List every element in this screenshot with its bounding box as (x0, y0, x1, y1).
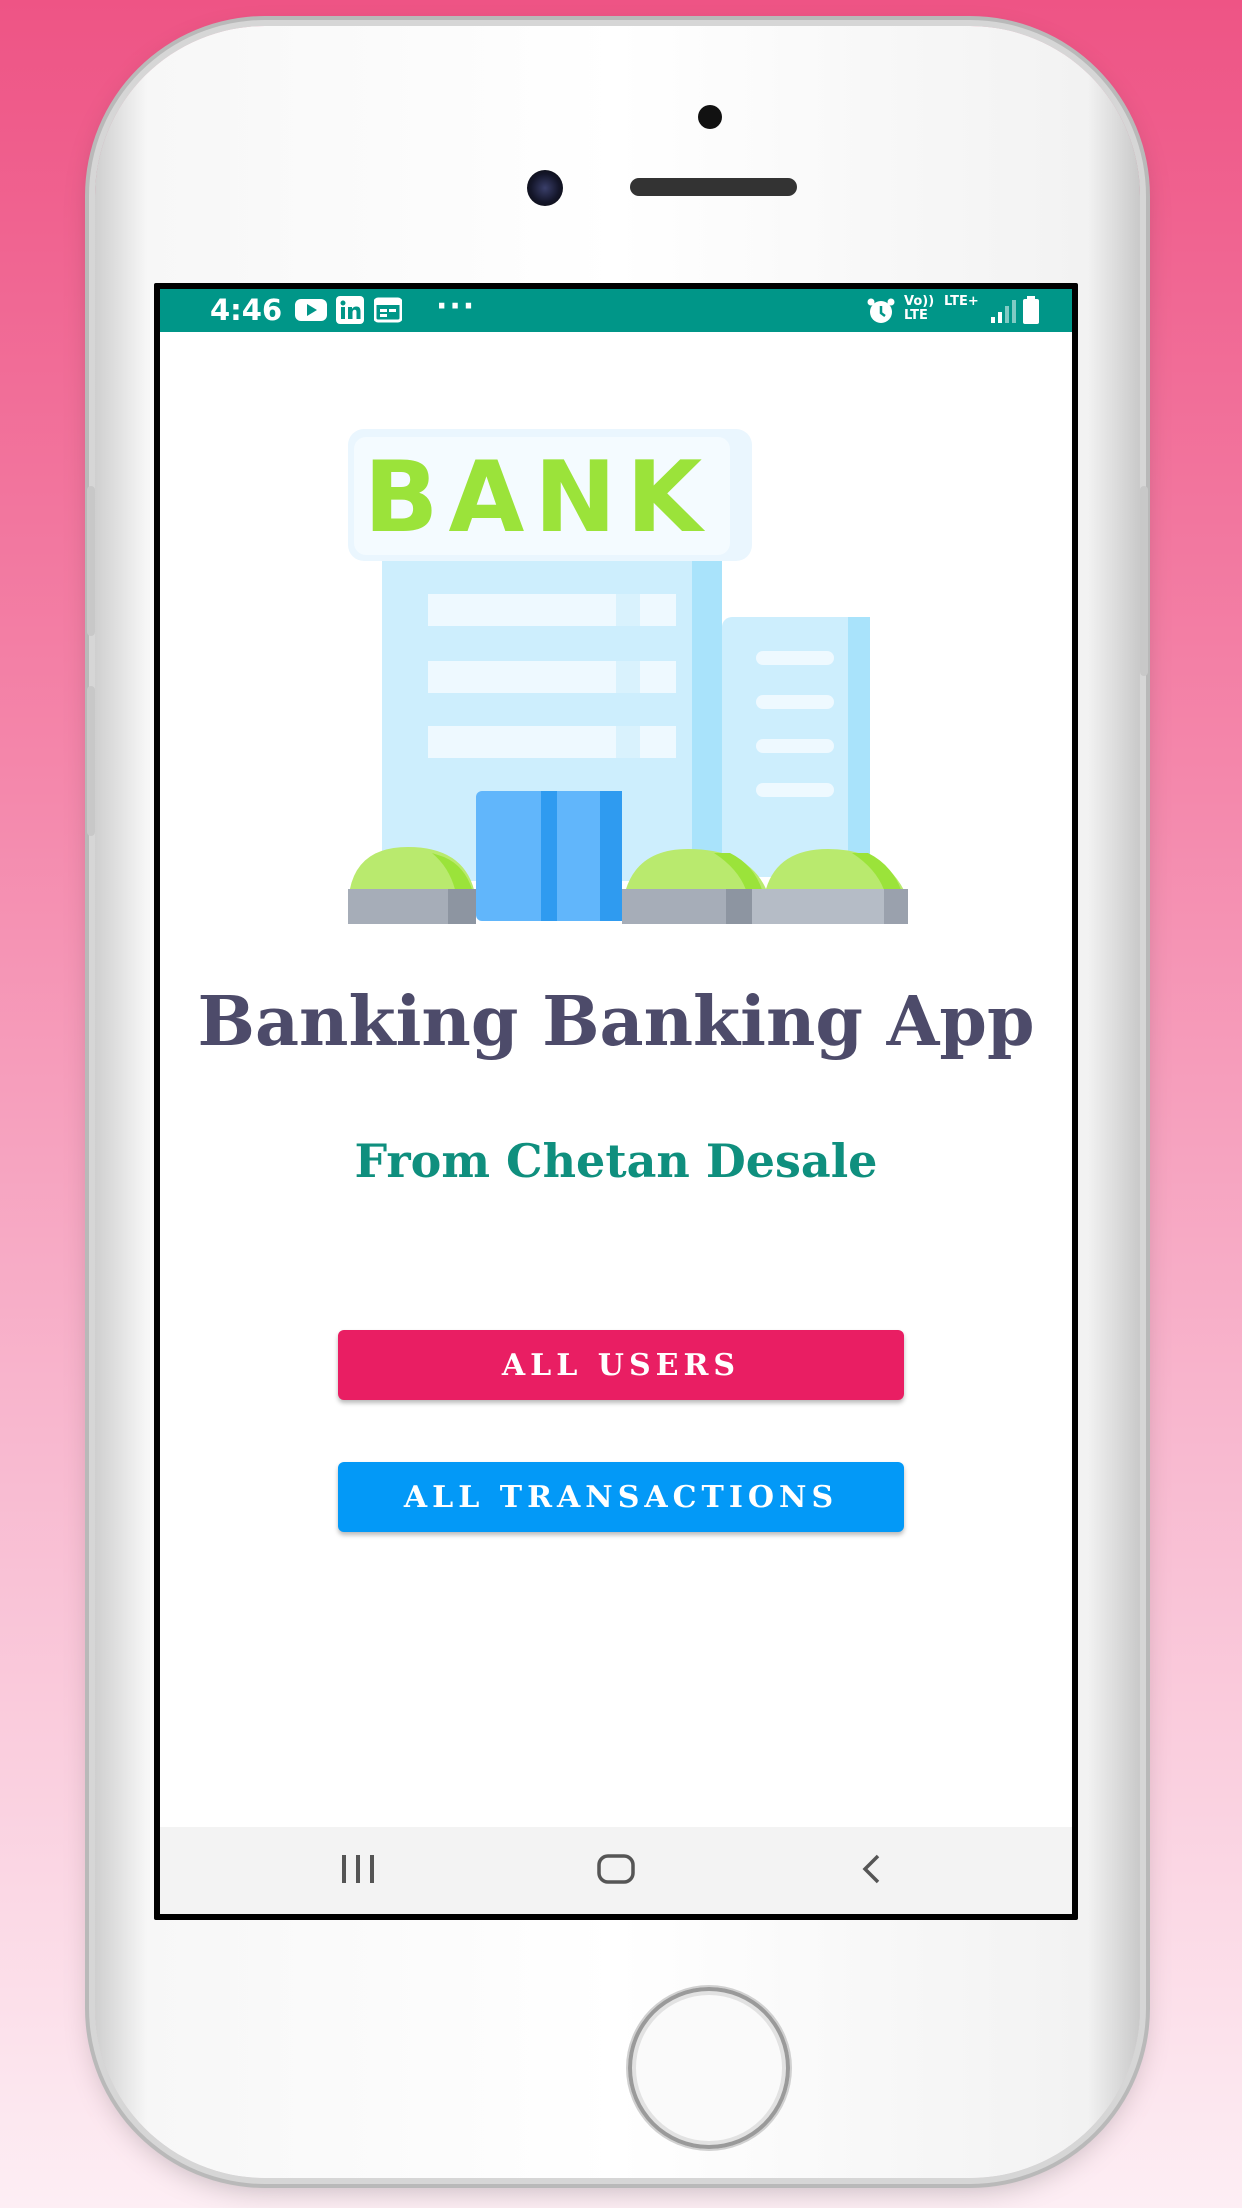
bank-sign-text: BANK (364, 441, 713, 555)
signal-icon (990, 299, 1016, 327)
sensor-dot (698, 105, 722, 129)
app-subtitle: From Chetan Desale (354, 1134, 878, 1188)
youtube-icon (295, 299, 327, 325)
back-icon[interactable] (860, 1853, 884, 1889)
volume-button (87, 686, 95, 836)
more-notifications-icon: ··· (436, 289, 477, 324)
volte-icon: Vo)) LTE (904, 294, 935, 323)
all-users-button[interactable]: ALL USERS (338, 1330, 904, 1400)
volume-button (87, 486, 95, 636)
home-icon[interactable] (596, 1853, 636, 1889)
hardware-home-button[interactable] (628, 1987, 790, 2149)
calendar-icon (373, 297, 403, 327)
earpiece-speaker (630, 178, 797, 196)
all-transactions-button[interactable]: ALL TRANSACTIONS (338, 1462, 904, 1532)
battery-icon (1022, 296, 1040, 328)
lte-icon: LTE+ (944, 294, 979, 309)
recent-apps-icon[interactable] (340, 1853, 376, 1889)
front-camera (527, 170, 563, 206)
app-screen: 4:46 ··· Vo)) LTE LTE+ BANK Banking Bank… (160, 289, 1072, 1914)
app-title: Banking Banking App (197, 982, 1035, 1062)
bank-building-illustration: BANK (348, 429, 908, 924)
linkedin-icon (336, 296, 364, 328)
system-nav-bar (160, 1827, 1072, 1914)
status-time: 4:46 (210, 293, 283, 327)
power-button (1140, 486, 1148, 676)
alarm-icon (866, 297, 896, 329)
screen: 4:46 ··· Vo)) LTE LTE+ BANK Banking Bank… (154, 283, 1078, 1920)
status-bar: 4:46 ··· Vo)) LTE LTE+ (160, 289, 1072, 332)
